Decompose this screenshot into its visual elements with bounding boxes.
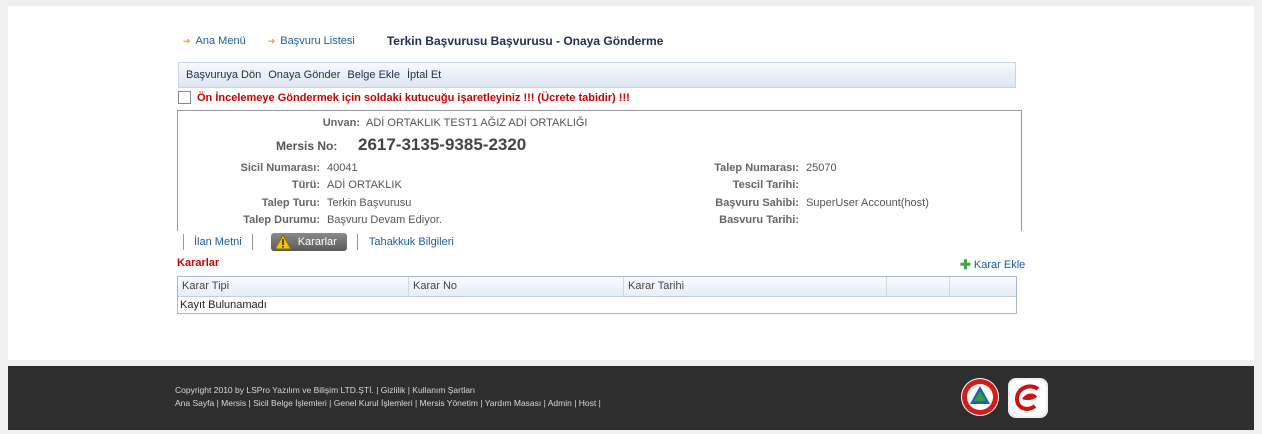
basvuru-sahibi-value: SuperUser Account(host) (806, 197, 929, 209)
warning-icon (273, 234, 292, 250)
basvuru-tarihi-label: Basvuru Tarihi: (719, 214, 799, 226)
tab-kararlar-label: Kararlar (297, 236, 337, 248)
top-navigation: ➔ Ana Menü ➔ Başvuru Listesi Terkin Başv… (183, 33, 663, 49)
nav-ana-menu-label: Ana Menü (195, 35, 246, 47)
arrow-right-icon: ➔ (267, 35, 276, 46)
tab-separator (183, 234, 184, 250)
karar-ekle-button[interactable]: ✚ Karar Ekle (960, 257, 1025, 273)
detail-tabs: İlan Metni Kararlar Tahakkuk Bilgileri (177, 232, 454, 252)
application-info-panel: Unvan: ADİ ORTAKLIK TEST1 AĞIZ ADİ ORTAK… (177, 110, 1022, 231)
column-karar-tipi[interactable]: Karar Tipi (178, 277, 409, 296)
talep-durumu-value: Başvuru Devam Ediyor. (327, 214, 442, 226)
turu-value: ADİ ORTAKLIK (327, 179, 402, 191)
mersis-value: 2617-3135-9385-2320 (358, 135, 527, 154)
pre-review-row: Ön İncelemeye Göndermek için soldaki kut… (178, 91, 630, 104)
pre-review-checkbox[interactable] (178, 91, 191, 104)
tab-separator (251, 234, 253, 250)
sicil-label: Sicil Numarası: (240, 162, 320, 174)
column-action-2 (950, 277, 1016, 296)
footer-copyright[interactable]: Copyright 2010 by LSPro Yazılım ve Biliş… (175, 385, 475, 395)
e-gov-logo (1008, 378, 1048, 418)
sicil-value: 40041 (327, 162, 358, 174)
column-action-1 (887, 277, 950, 296)
talep-durumu-label: Talep Durumu: (243, 214, 320, 226)
iptal-et-button[interactable]: İptal Et (407, 69, 441, 81)
grid-header: Karar Tipi Karar No Karar Tarihi (178, 277, 1016, 297)
kararlar-grid: Karar Tipi Karar No Karar Tarihi Kayıt B… (177, 276, 1017, 314)
belge-ekle-button[interactable]: Belge Ekle (347, 69, 400, 81)
basvuru-sahibi-label: Başvuru Sahibi: (715, 197, 799, 209)
nav-basvuru-listesi[interactable]: ➔ Başvuru Listesi (268, 35, 355, 47)
pre-review-warning: Ön İncelemeye Göndermek için soldaki kut… (197, 91, 630, 104)
talep-turu-label: Talep Turu: (261, 197, 320, 209)
arrow-right-icon: ➔ (183, 35, 191, 46)
column-karar-tarihi[interactable]: Karar Tarihi (624, 277, 887, 296)
unvan-value: ADİ ORTAKLIK TEST1 AĞIZ ADİ ORTAKLIĞI (366, 117, 588, 129)
ministry-logo (961, 378, 999, 416)
grid-empty-row: Kayıt Bulunamadı (180, 299, 267, 311)
nav-basvuru-listesi-label: Başvuru Listesi (280, 35, 355, 47)
tab-kararlar[interactable]: Kararlar (270, 233, 347, 251)
talep-turu-value: Terkin Başvurusu (327, 197, 412, 209)
basvuruya-don-button[interactable]: Başvuruya Dön (186, 69, 261, 81)
talep-numarasi-value: 25070 (806, 162, 837, 174)
talep-numarasi-label: Talep Numarası: (714, 162, 799, 174)
turu-label: Türü: (291, 179, 320, 191)
karar-ekle-label: Karar Ekle (973, 259, 1026, 271)
plus-icon: ✚ (960, 257, 971, 272)
kararlar-section-title: Kararlar (177, 257, 220, 269)
tab-separator (356, 234, 358, 250)
tab-tahakkuk-bilgileri[interactable]: Tahakkuk Bilgileri (369, 236, 454, 248)
unvan-label: Unvan: (322, 117, 360, 129)
page-title: Terkin Başvurusu Başvurusu - Onaya Gönde… (386, 34, 664, 48)
nav-ana-menu[interactable]: ➔ Ana Menü (183, 35, 246, 47)
column-karar-no[interactable]: Karar No (409, 277, 624, 296)
mersis-label: Mersis No: (276, 139, 338, 153)
tab-ilan-metni[interactable]: İlan Metni (194, 236, 242, 248)
footer-links[interactable]: Ana Sayfa | Mersis | Sicil Belge İşlemle… (175, 398, 601, 408)
onaya-gonder-button[interactable]: Onaya Gönder (268, 69, 340, 81)
tescil-tarihi-label: Tescil Tarihi: (732, 179, 799, 191)
action-toolbar: Başvuruya Dön Onaya Gönder Belge Ekle İp… (178, 62, 1016, 88)
